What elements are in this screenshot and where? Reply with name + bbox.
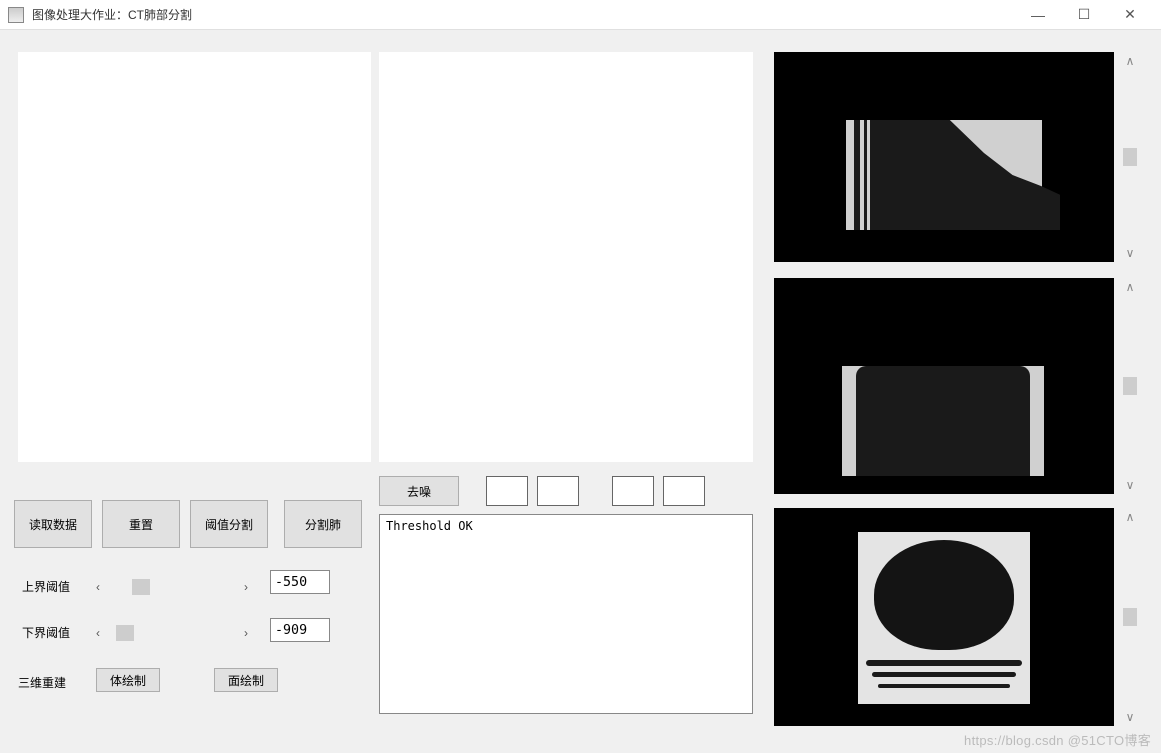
- scroll-thumb[interactable]: [1123, 377, 1137, 395]
- volume-render-button[interactable]: 体绘制: [96, 668, 160, 692]
- slider-thumb[interactable]: [132, 579, 150, 595]
- scroll-thumb[interactable]: [1123, 608, 1137, 626]
- preview-panel-axial: ∧ ∨: [774, 52, 1144, 262]
- reset-button[interactable]: 重置: [102, 500, 180, 548]
- ct-image-region: [872, 672, 1016, 677]
- main-canvas-right: [379, 52, 753, 462]
- ct-image-region: [874, 540, 1014, 650]
- slider-track[interactable]: [104, 579, 240, 595]
- preview-panel-coronal: ∧ ∨: [774, 278, 1144, 494]
- preview-view-sagittal[interactable]: [774, 508, 1114, 726]
- param-box-2[interactable]: [537, 476, 579, 506]
- surface-render-button[interactable]: 面绘制: [214, 668, 278, 692]
- upper-threshold-slider[interactable]: ‹ ›: [92, 578, 252, 596]
- close-button[interactable]: ✕: [1107, 0, 1153, 30]
- titlebar: 图像处理大作业：CT肺部分割 — ☐ ✕: [0, 0, 1161, 30]
- preview-scrollbar[interactable]: ∧ ∨: [1118, 508, 1142, 726]
- main-canvas-left: [18, 52, 371, 462]
- param-box-1[interactable]: [486, 476, 528, 506]
- denoise-button[interactable]: 去噪: [379, 476, 459, 506]
- window-controls: — ☐ ✕: [1015, 0, 1153, 30]
- watermark: https://blog.csdn @51CTO博客: [964, 730, 1151, 749]
- ct-image-region: [866, 660, 1022, 666]
- upper-threshold-label: 上界阈值: [22, 578, 70, 595]
- preview-view-axial[interactable]: [774, 52, 1114, 262]
- app-icon: [8, 7, 24, 23]
- scroll-up-icon[interactable]: ∧: [1122, 280, 1138, 294]
- slider-left-icon[interactable]: ‹: [92, 579, 104, 595]
- ct-image-region: [854, 120, 860, 230]
- scroll-thumb[interactable]: [1123, 148, 1137, 166]
- window-title: 图像处理大作业：CT肺部分割: [32, 6, 1015, 23]
- slider-track[interactable]: [104, 625, 240, 641]
- slider-left-icon[interactable]: ‹: [92, 625, 104, 641]
- scroll-down-icon[interactable]: ∨: [1122, 710, 1138, 724]
- log-text: Threshold OK: [386, 519, 473, 533]
- reconstruct-3d-label: 三维重建: [18, 674, 66, 691]
- minimize-button[interactable]: —: [1015, 0, 1061, 30]
- slider-right-icon[interactable]: ›: [240, 579, 252, 595]
- segment-lung-button[interactable]: 分割肺: [284, 500, 362, 548]
- upper-threshold-input[interactable]: [270, 570, 330, 594]
- ct-image-region: [864, 120, 867, 230]
- ct-image-region: [856, 366, 1030, 476]
- maximize-button[interactable]: ☐: [1061, 0, 1107, 30]
- slider-thumb[interactable]: [116, 625, 134, 641]
- ct-image-region: [878, 684, 1010, 688]
- scroll-up-icon[interactable]: ∧: [1122, 54, 1138, 68]
- scroll-down-icon[interactable]: ∨: [1122, 478, 1138, 492]
- param-box-3[interactable]: [612, 476, 654, 506]
- lower-threshold-input[interactable]: [270, 618, 330, 642]
- scroll-up-icon[interactable]: ∧: [1122, 510, 1138, 524]
- param-box-4[interactable]: [663, 476, 705, 506]
- client-area: 去噪 读取数据 重置 阈值分割 分割肺 Threshold OK 上界阈值 ‹ …: [0, 30, 1161, 753]
- slider-right-icon[interactable]: ›: [240, 625, 252, 641]
- read-data-button[interactable]: 读取数据: [14, 500, 92, 548]
- preview-scrollbar[interactable]: ∧ ∨: [1118, 278, 1142, 494]
- preview-scrollbar[interactable]: ∧ ∨: [1118, 52, 1142, 262]
- preview-view-coronal[interactable]: [774, 278, 1114, 494]
- lower-threshold-slider[interactable]: ‹ ›: [92, 624, 252, 642]
- scroll-down-icon[interactable]: ∨: [1122, 246, 1138, 260]
- preview-panel-sagittal: ∧ ∨: [774, 508, 1144, 726]
- lower-threshold-label: 下界阈值: [22, 624, 70, 641]
- threshold-seg-button[interactable]: 阈值分割: [190, 500, 268, 548]
- log-output: Threshold OK: [379, 514, 753, 714]
